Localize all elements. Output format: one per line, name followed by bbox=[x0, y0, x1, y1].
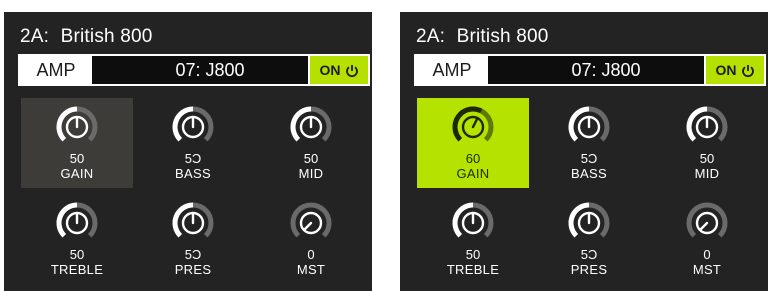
knob-value: 0 bbox=[307, 247, 315, 262]
knob-label: MID bbox=[694, 166, 720, 181]
amp-panel-left: 2A: British 800 AMP 07: J800 ON 50 GAIN 5Ͻ… bbox=[4, 12, 372, 291]
power-icon bbox=[345, 65, 358, 78]
knob-label: TREBLE bbox=[50, 262, 104, 277]
amp-panel-right: 2A: British 800 AMP 07: J800 ON 60 GAIN 5Ͻ… bbox=[400, 12, 768, 291]
knob-pres[interactable]: 5Ͻ PRES bbox=[137, 194, 249, 284]
knob-value: 50 bbox=[699, 151, 715, 166]
knob-mid[interactable]: 50 MID bbox=[255, 98, 367, 188]
knob-value: 60 bbox=[465, 151, 481, 166]
knob-pres[interactable]: 5Ͻ PRES bbox=[533, 194, 645, 284]
knob-icon bbox=[56, 106, 98, 142]
amp-tab[interactable]: AMP bbox=[416, 56, 488, 84]
knob-label: BASS bbox=[175, 166, 211, 181]
knob-treble[interactable]: 50 TREBLE bbox=[21, 194, 133, 284]
knob-icon bbox=[568, 202, 610, 238]
knob-value: 50 bbox=[69, 151, 85, 166]
knob-mid[interactable]: 50 MID bbox=[651, 98, 763, 188]
knob-label: MST bbox=[692, 262, 722, 277]
knob-value: 50 bbox=[465, 247, 481, 262]
block-slot: 2A: bbox=[416, 26, 446, 47]
knob-value: 5Ͻ bbox=[184, 247, 202, 262]
block-name: British 800 bbox=[60, 26, 153, 47]
power-icon bbox=[741, 65, 754, 78]
knob-label: GAIN bbox=[456, 166, 490, 181]
knob-icon bbox=[290, 106, 332, 142]
knob-icon bbox=[452, 106, 494, 142]
knob-mst[interactable]: 0 MST bbox=[651, 194, 763, 284]
model-selector[interactable]: 07: J800 bbox=[130, 56, 290, 84]
knob-treble[interactable]: 50 TREBLE bbox=[417, 194, 529, 284]
amp-tab[interactable]: AMP bbox=[20, 56, 92, 84]
knob-label: PRES bbox=[570, 262, 608, 277]
model-bar: AMP 07: J800 ON bbox=[414, 54, 766, 86]
knob-bass[interactable]: 5Ͻ BASS bbox=[533, 98, 645, 188]
knob-icon bbox=[452, 202, 494, 238]
knob-label: BASS bbox=[571, 166, 607, 181]
knob-value: 5Ͻ bbox=[580, 247, 598, 262]
block-title: 2A: British 800 bbox=[20, 26, 153, 48]
knob-icon bbox=[686, 202, 728, 238]
knob-bass[interactable]: 5Ͻ BASS bbox=[137, 98, 249, 188]
knob-label: PRES bbox=[174, 262, 212, 277]
model-bar: AMP 07: J800 ON bbox=[18, 54, 370, 86]
knob-value: 5Ͻ bbox=[184, 151, 202, 166]
knob-icon bbox=[172, 202, 214, 238]
model-selector[interactable]: 07: J800 bbox=[526, 56, 686, 84]
knob-gain[interactable]: 60 GAIN bbox=[417, 98, 529, 188]
block-title: 2A: British 800 bbox=[416, 26, 549, 48]
knob-value: 0 bbox=[703, 247, 711, 262]
on-toggle-button[interactable]: ON bbox=[704, 56, 764, 84]
on-label: ON bbox=[319, 62, 341, 78]
knob-icon bbox=[56, 202, 98, 238]
knob-icon bbox=[568, 106, 610, 142]
knob-mst[interactable]: 0 MST bbox=[255, 194, 367, 284]
on-toggle-button[interactable]: ON bbox=[308, 56, 368, 84]
knob-icon bbox=[686, 106, 728, 142]
knob-label: MID bbox=[298, 166, 324, 181]
knob-label: TREBLE bbox=[446, 262, 500, 277]
knob-value: 5Ͻ bbox=[580, 151, 598, 166]
block-name: British 800 bbox=[456, 26, 549, 47]
knob-gain[interactable]: 50 GAIN bbox=[21, 98, 133, 188]
knob-value: 50 bbox=[69, 247, 85, 262]
knob-icon bbox=[172, 106, 214, 142]
knob-label: GAIN bbox=[60, 166, 94, 181]
on-label: ON bbox=[715, 62, 737, 78]
knob-label: MST bbox=[296, 262, 326, 277]
knob-value: 50 bbox=[303, 151, 319, 166]
block-slot: 2A: bbox=[20, 26, 50, 47]
knob-icon bbox=[290, 202, 332, 238]
